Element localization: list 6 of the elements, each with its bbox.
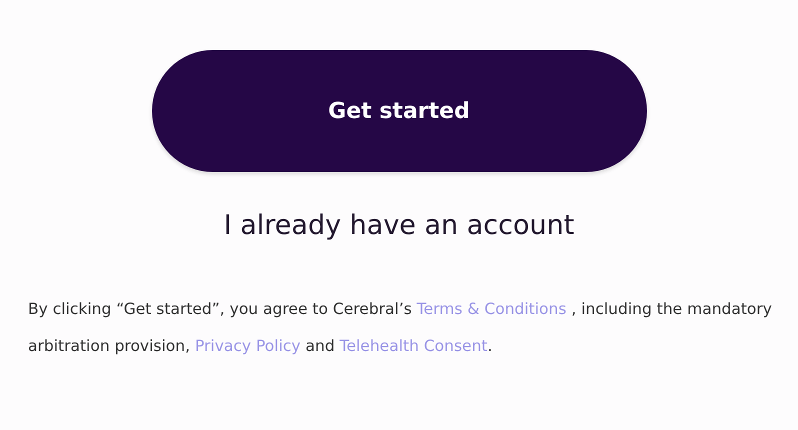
- consent-link[interactable]: Telehealth Consent: [340, 337, 488, 355]
- get-started-button[interactable]: Get started: [152, 50, 646, 172]
- consent-link[interactable]: Terms & Conditions: [416, 300, 566, 318]
- consent-text: By clicking “Get started”, you agree to Cerebral’s Terms & Conditions , including the mandatory arbitration provision, Privacy Policy and Telehealth Consent.: [28, 299, 773, 357]
- existing-account-link[interactable]: I already have an account: [224, 210, 574, 241]
- consent-link[interactable]: Privacy Policy: [194, 337, 301, 355]
